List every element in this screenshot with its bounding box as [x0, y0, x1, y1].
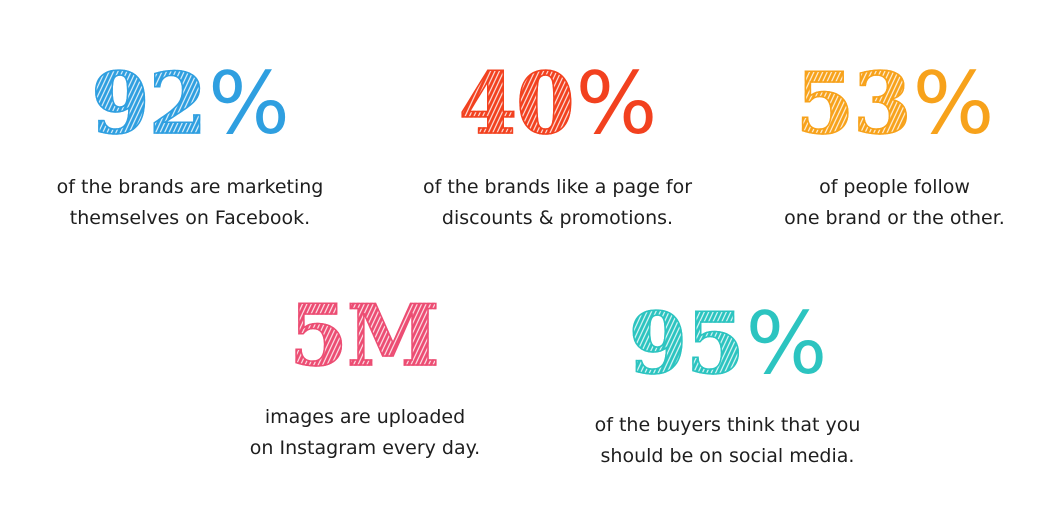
stat-description: images are uploaded on Instagram every d… — [215, 402, 515, 464]
stat-card-facebook: 92% of the brands are marketing themselv… — [20, 54, 360, 234]
stat-unit: % — [745, 294, 828, 394]
stat-description-line: images are uploaded — [264, 406, 466, 428]
stat-unit: % — [208, 54, 290, 154]
stat-card-instagram: 5M images are uploaded on Instagram ever… — [215, 286, 515, 464]
stat-description-line: discounts & promotions. — [441, 207, 674, 229]
stat-number: 5M — [289, 286, 441, 385]
stat-unit: % — [575, 54, 658, 154]
stat-value: 53% — [752, 54, 1037, 154]
stat-description-line: one brand or the other. — [784, 207, 1005, 229]
stat-value: 92% — [20, 54, 360, 154]
stat-value: 40% — [385, 54, 730, 154]
stat-value: 5M — [215, 286, 515, 385]
stat-description: of the brands are marketing themselves o… — [20, 172, 360, 234]
stat-description-line: should be on social media. — [600, 445, 855, 467]
stat-description: of the buyers think that you should be o… — [555, 410, 900, 472]
stat-number: 53 — [795, 54, 912, 153]
stat-description-line: of the brands are marketing — [56, 176, 324, 198]
stat-unit: % — [912, 54, 995, 154]
stat-card-social-media: 95% of the buyers think that you should … — [555, 294, 900, 472]
stat-description-line: on Instagram every day. — [249, 437, 481, 459]
stat-value: 95% — [555, 294, 900, 394]
stat-description: of people follow one brand or the other. — [752, 172, 1037, 234]
stat-description-line: themselves on Facebook. — [69, 207, 311, 229]
stat-description-line: of people follow — [819, 176, 970, 198]
stat-description-line: of the brands like a page for — [422, 176, 693, 198]
stat-card-follow: 53% of people follow one brand or the ot… — [752, 54, 1037, 234]
stat-number: 40 — [458, 54, 575, 153]
stat-number: 95 — [628, 294, 745, 393]
stat-number: 92 — [90, 54, 207, 153]
stat-description-line: of the buyers think that you — [594, 414, 861, 436]
stat-card-promotions: 40% of the brands like a page for discou… — [385, 54, 730, 234]
stat-description: of the brands like a page for discounts … — [385, 172, 730, 234]
